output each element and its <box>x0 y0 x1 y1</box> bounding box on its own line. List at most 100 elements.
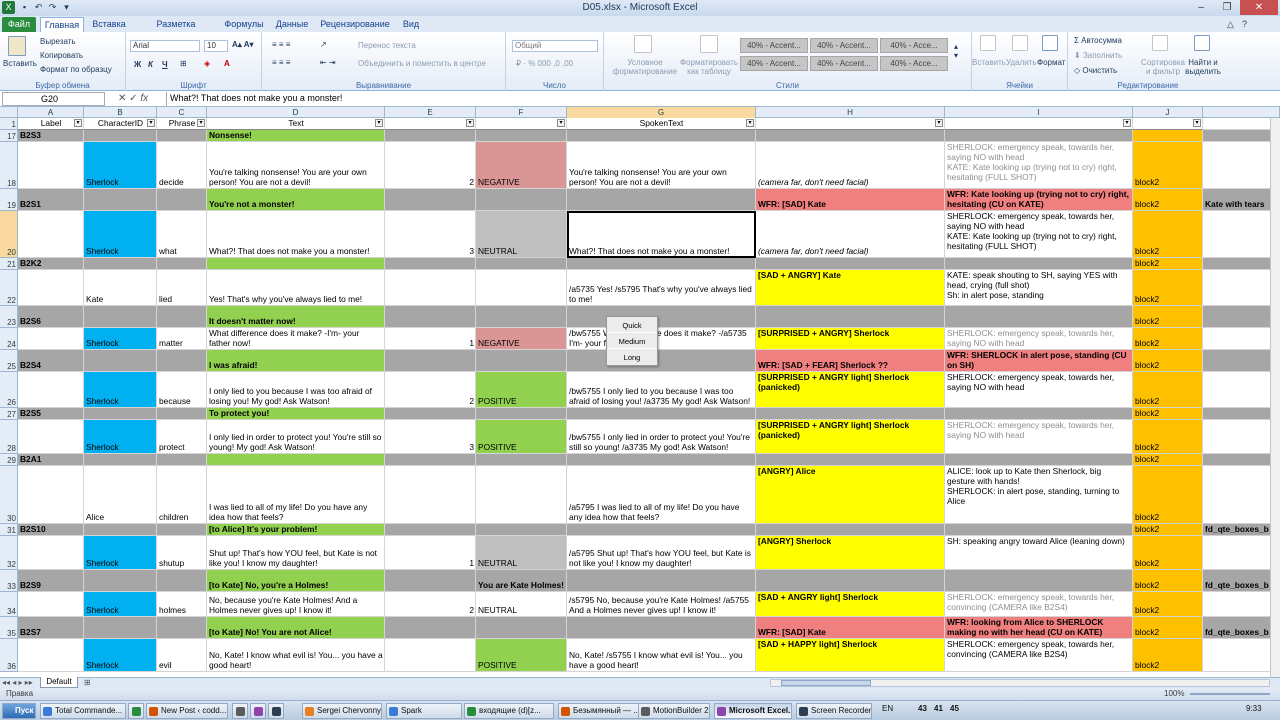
column-header-g[interactable]: G <box>567 107 756 118</box>
filter-dropdown-icon[interactable]: ▾ <box>466 119 474 127</box>
column-header-b[interactable]: B <box>84 107 157 118</box>
spoken-cell[interactable]: You're talking nonsense! You are your ow… <box>567 142 756 189</box>
spoken-cell[interactable]: What?! That does not make you a monster! <box>567 211 756 258</box>
sheet-nav-icon[interactable]: ◂◂ ◂ ▸ ▸▸ <box>2 678 33 687</box>
tab-view[interactable]: Вид <box>398 17 424 32</box>
format-cells-icon[interactable] <box>1042 35 1058 51</box>
row-header[interactable]: 36 <box>0 639 18 672</box>
font-size-combo[interactable]: 10 <box>204 40 228 52</box>
new-sheet-icon[interactable]: ⊞ <box>84 678 91 687</box>
autosum-button[interactable]: Σ Автосумма <box>1074 36 1122 45</box>
spoken-cell[interactable]: /a5795 I was lied to all of my life! Do … <box>567 466 756 524</box>
column-header-k[interactable] <box>1203 107 1280 118</box>
currency-icon[interactable]: ₽ · % 000 ,0 ,00 <box>516 59 573 68</box>
filter-dropdown-icon[interactable]: ▾ <box>197 119 205 127</box>
find-select-icon[interactable] <box>1194 35 1210 51</box>
paste-icon[interactable] <box>8 36 26 56</box>
row-header[interactable]: 17 <box>0 130 18 142</box>
ribbon-collapse-icon[interactable]: △ <box>1224 18 1237 31</box>
minimize-button[interactable]: – <box>1188 0 1214 15</box>
row-header[interactable]: 23 <box>0 306 18 328</box>
align-left-icon[interactable]: ≡ ≡ ≡ <box>272 58 290 67</box>
fill-button[interactable]: ⬇ Заполнить <box>1074 51 1122 60</box>
row-header[interactable]: 20 <box>0 211 18 258</box>
filter-dropdown-icon[interactable]: ▾ <box>935 119 943 127</box>
filter-dropdown-icon[interactable]: ▾ <box>746 119 754 127</box>
row-header[interactable]: 1 <box>0 118 18 130</box>
taskbar-sergei-chervonnyi[interactable]: Sergei Chervonnyi <box>302 703 382 719</box>
column-header-a[interactable]: A <box>18 107 84 118</box>
row-header[interactable]: 34 <box>0 592 18 617</box>
horizontal-scroll-thumb[interactable] <box>781 680 871 686</box>
taskbar-excel[interactable]: Microsoft Excel... <box>714 703 792 719</box>
cut-button[interactable]: Вырезать <box>40 37 76 46</box>
find-select-button[interactable]: Найти и выделить <box>1180 58 1226 76</box>
column-header-d[interactable]: D <box>207 107 385 118</box>
style-accent-3[interactable]: 40% - Acce... <box>880 38 948 53</box>
tab-insert[interactable]: Вставка <box>88 17 130 32</box>
close-button[interactable]: ✕ <box>1240 0 1278 15</box>
vertical-scrollbar[interactable] <box>1270 118 1280 677</box>
taskbar-inbox[interactable]: входящие (d)[z... <box>464 703 554 719</box>
column-header-i[interactable]: I <box>945 107 1133 118</box>
column-header-c[interactable]: C <box>157 107 207 118</box>
row-header[interactable]: 29 <box>0 454 18 466</box>
row-header[interactable]: 35 <box>0 617 18 639</box>
row-header[interactable]: 28 <box>0 420 18 454</box>
insert-cells-icon[interactable] <box>980 35 996 51</box>
format-as-table-button[interactable]: Форматировать как таблицу <box>678 58 740 76</box>
filter-dropdown-icon[interactable]: ▾ <box>375 119 383 127</box>
enter-icon[interactable]: ✓ <box>129 93 137 104</box>
font-name-combo[interactable]: Arial <box>130 40 200 52</box>
clock[interactable]: 9:33 <box>1246 704 1262 713</box>
filter-dropdown-icon[interactable]: ▾ <box>147 119 155 127</box>
taskbar-app-icon[interactable] <box>250 703 266 719</box>
spoken-cell[interactable]: /a5795 Shut up! That's how YOU feel, but… <box>567 536 756 570</box>
bold-icon[interactable]: Ж <box>134 60 141 69</box>
taskbar-motionbuilder[interactable]: MotionBuilder 20... <box>638 703 710 719</box>
spoken-cell[interactable]: /bw5755 I only lied in order to protect … <box>567 420 756 454</box>
row-header[interactable]: 26 <box>0 372 18 408</box>
filter-dropdown-icon[interactable]: ▾ <box>1123 119 1131 127</box>
select-all-corner[interactable] <box>0 107 18 118</box>
row-header[interactable]: 32 <box>0 536 18 570</box>
row-header[interactable]: 24 <box>0 328 18 350</box>
tab-page-layout[interactable]: Разметка страницы <box>136 17 216 43</box>
tab-review[interactable]: Рецензирование <box>318 17 392 32</box>
column-header-j[interactable]: J <box>1133 107 1203 118</box>
styles-scroll-icon[interactable]: ▴ ▾ <box>954 42 958 60</box>
spoken-cell[interactable]: /bw5755 I only lied to you because I was… <box>567 372 756 408</box>
spoken-cell[interactable]: /s5795 No, because you're Kate Holmes! /… <box>567 592 756 617</box>
font-color-icon[interactable]: A <box>224 59 230 68</box>
paste-button[interactable]: Вставить <box>3 59 37 68</box>
worksheet-grid[interactable]: 1 Label ▾ CharacterID ▾ Phrase ▾ Text ▾ ▾ ▾ SpokenT… <box>0 118 1280 677</box>
tab-file[interactable]: Файл <box>2 17 36 32</box>
delete-cells-button[interactable]: Удалить <box>1006 58 1037 67</box>
column-header-e[interactable]: E <box>385 107 476 118</box>
insert-cells-button[interactable]: Вставить <box>972 58 1006 67</box>
tab-formulas[interactable]: Формулы <box>222 17 266 32</box>
merge-center-button[interactable]: Объединить и поместить в центре <box>358 59 486 68</box>
taskbar-screen-recorder[interactable]: Screen Recorder <box>796 703 872 719</box>
row-header[interactable]: 30 <box>0 466 18 524</box>
taskbar-app-icon[interactable] <box>128 703 144 719</box>
spoken-cell[interactable]: /bw5755 What difference does it make? -/… <box>567 328 756 350</box>
row-header[interactable]: 21 <box>0 258 18 270</box>
taskbar-app-icon[interactable] <box>232 703 248 719</box>
column-header-h[interactable]: H <box>756 107 945 118</box>
italic-icon[interactable]: К <box>148 60 153 69</box>
grow-font-icon[interactable]: A▴ A▾ <box>232 40 254 49</box>
help-icon[interactable]: ? <box>1238 18 1251 31</box>
taskbar-new-post[interactable]: New Post ‹ codd... <box>146 703 228 719</box>
orientation-icon[interactable]: ↗ <box>320 40 327 49</box>
copy-button[interactable]: Копировать <box>40 51 83 60</box>
horizontal-scrollbar[interactable] <box>770 679 1270 687</box>
filter-dropdown-icon[interactable]: ▾ <box>557 119 565 127</box>
row-header[interactable]: 22 <box>0 270 18 306</box>
align-top-icon[interactable]: ≡ ≡ ≡ <box>272 40 290 49</box>
taskbar-app-icon[interactable] <box>268 703 284 719</box>
taskbar-spark[interactable]: Spark <box>386 703 462 719</box>
sort-filter-icon[interactable] <box>1152 35 1168 51</box>
format-as-table-icon[interactable] <box>700 35 718 53</box>
tab-data[interactable]: Данные <box>272 17 312 32</box>
